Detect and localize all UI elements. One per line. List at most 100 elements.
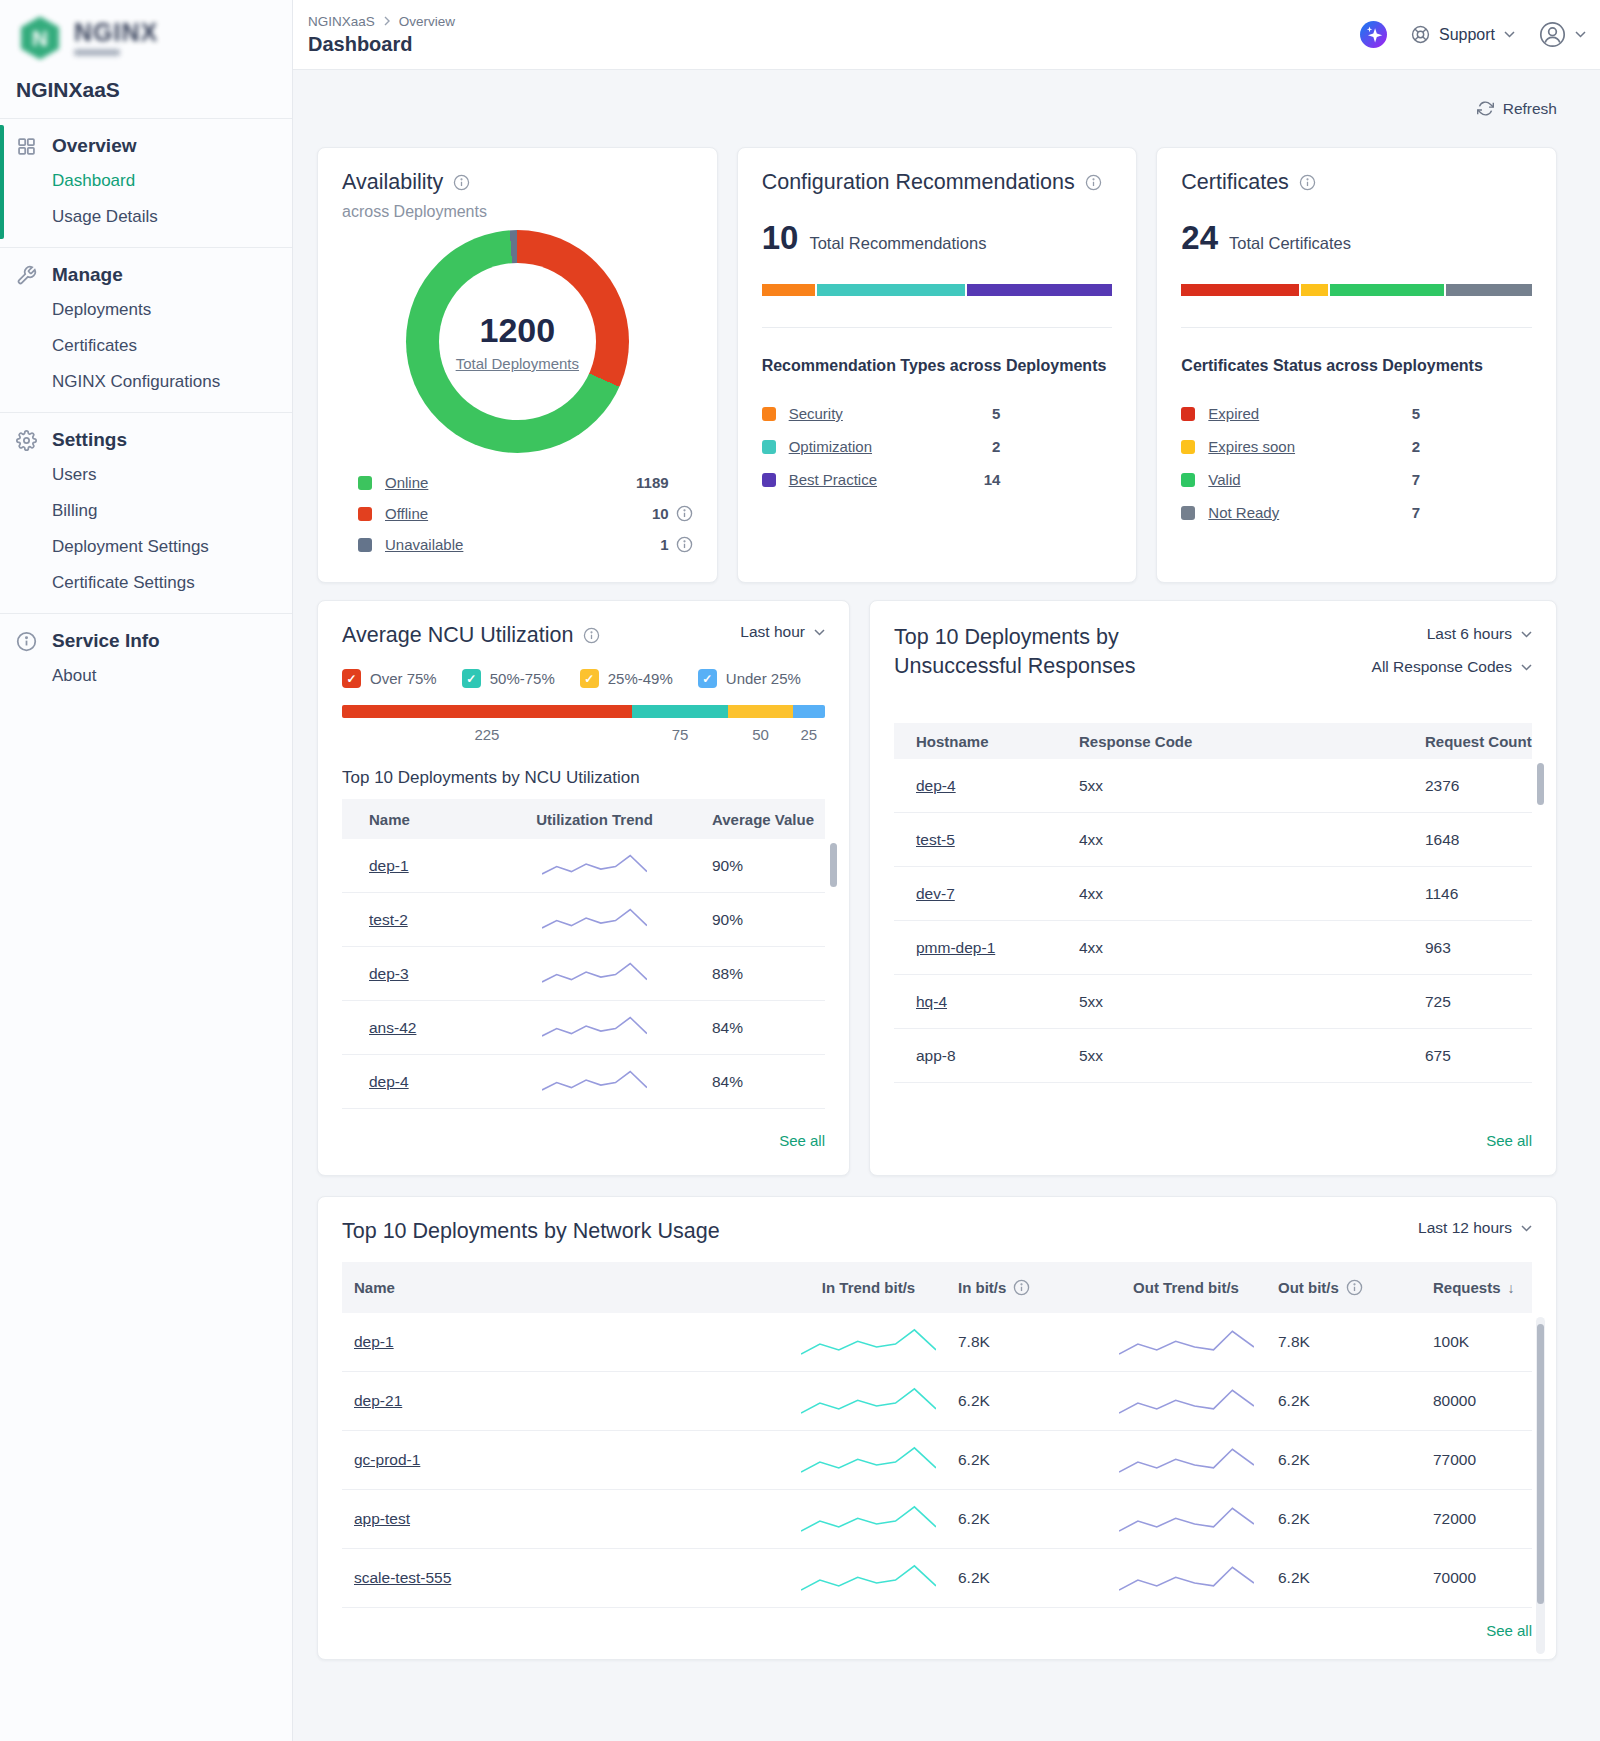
scrollbar-thumb[interactable] [830, 843, 837, 887]
info-icon[interactable] [583, 627, 600, 644]
legend-label-link[interactable]: Security [789, 405, 843, 422]
sort-descending-icon[interactable]: ↓ [1508, 1280, 1515, 1296]
total-deployments-value: 1200 [480, 311, 556, 350]
info-icon[interactable] [1346, 1279, 1363, 1296]
breadcrumb-current[interactable]: Overview [399, 14, 455, 29]
deployment-link[interactable]: dep-21 [354, 1392, 402, 1409]
legend-label-link[interactable]: Optimization [789, 438, 872, 455]
legend-row: Security5 [762, 397, 1113, 430]
sidebar-item-about[interactable]: About [0, 658, 292, 694]
recommendations-legend: Security5Optimization2Best Practice14 [762, 397, 1113, 496]
legend-label-link[interactable]: Online [385, 474, 428, 491]
table-row: dev-74xx1146 [894, 867, 1532, 921]
ncu-bar-value: 50 [728, 726, 792, 743]
legend-label-link[interactable]: Offline [385, 505, 428, 522]
app-name: NGINXaaS [0, 62, 292, 102]
out-bits-value: 6.2K [1266, 1569, 1421, 1587]
responses-period-dropdown[interactable]: Last 6 hours [1427, 625, 1532, 643]
legend-value-group: 1 [660, 536, 692, 553]
legend-label-link[interactable]: Best Practice [789, 471, 877, 488]
deployment-link[interactable]: dep-1 [354, 1333, 394, 1350]
ncu-filter-checkbox[interactable]: ✓Under 25% [698, 669, 801, 688]
sidebar-section-header[interactable]: Settings [0, 423, 292, 457]
hostname-link[interactable]: pmm-dep-1 [916, 939, 995, 956]
deployment-link[interactable]: ans-42 [369, 1019, 416, 1036]
sidebar-section-label: Manage [52, 264, 123, 286]
ncu-filter-checkbox[interactable]: ✓50%-75% [462, 669, 555, 688]
deployment-link[interactable]: test-2 [369, 911, 408, 928]
hostname-link[interactable]: dev-7 [916, 885, 955, 902]
deployment-link[interactable]: dep-1 [369, 857, 409, 874]
sidebar-item-dashboard[interactable]: Dashboard [0, 163, 292, 199]
sidebar-item-usage-details[interactable]: Usage Details [0, 199, 292, 235]
deployment-link[interactable]: app-test [354, 1510, 410, 1527]
sidebar-item-deployment-settings[interactable]: Deployment Settings [0, 529, 292, 565]
total-recommendations-value: 10 [762, 219, 799, 257]
deployment-link[interactable]: dep-4 [369, 1073, 409, 1090]
deployment-link[interactable]: gc-prod-1 [354, 1451, 420, 1468]
out-bits-value: 6.2K [1266, 1451, 1421, 1469]
legend-label-link[interactable]: Unavailable [385, 536, 463, 553]
deployment-link[interactable]: dep-3 [369, 965, 409, 982]
scrollbar-thumb[interactable] [1537, 1324, 1544, 1604]
user-menu[interactable] [1539, 21, 1586, 48]
info-icon[interactable] [1299, 174, 1316, 191]
info-icon[interactable] [676, 505, 693, 522]
sidebar-section-header[interactable]: Manage [0, 258, 292, 292]
sidebar-section-settings: SettingsUsersBillingDeployment SettingsC… [0, 412, 292, 613]
column-header-requests: Requests↓ [1421, 1279, 1533, 1296]
info-icon[interactable] [1085, 174, 1102, 191]
ncu-utilization-card: Average NCU Utilization Last hour ✓Over … [317, 600, 850, 1176]
info-icon [16, 631, 37, 652]
legend-label-link[interactable]: Expires soon [1208, 438, 1295, 455]
sidebar-section-header[interactable]: Service Info [0, 624, 292, 658]
legend-label-link[interactable]: Not Ready [1208, 504, 1279, 521]
responses-see-all-link[interactable]: See all [1486, 1132, 1532, 1149]
ncu-filter-checkbox[interactable]: ✓25%-49% [580, 669, 673, 688]
network-see-all-link[interactable]: See all [1486, 1622, 1532, 1639]
out-bits-value: 6.2K [1266, 1510, 1421, 1528]
breadcrumb-root[interactable]: NGINXaaS [308, 14, 375, 29]
response-codes-dropdown[interactable]: All Response Codes [1372, 658, 1532, 676]
hostname-link[interactable]: test-5 [916, 831, 955, 848]
scrollbar-thumb[interactable] [1537, 763, 1544, 805]
sidebar-section-header[interactable]: Overview [0, 129, 292, 163]
legend-row: Valid7 [1181, 463, 1532, 496]
top-bar: NGINXaaS Overview Dashboard Support [293, 0, 1600, 70]
sparkle-icon [1364, 25, 1383, 44]
legend-label-link[interactable]: Expired [1208, 405, 1259, 422]
hostname-link[interactable]: hq-4 [916, 993, 947, 1010]
availability-donut-chart[interactable]: 1200 Total Deployments [406, 230, 629, 453]
ncu-see-all-link[interactable]: See all [779, 1132, 825, 1149]
utilization-value: 90% [682, 857, 825, 875]
table-row: dep-484% [342, 1055, 825, 1109]
support-menu[interactable]: Support [1411, 25, 1515, 44]
info-icon[interactable] [676, 536, 693, 553]
request-count: 2376 [1425, 777, 1532, 795]
trend-sparkline [1119, 1327, 1254, 1357]
sidebar-item-users[interactable]: Users [0, 457, 292, 493]
ncu-bar-value: 25 [793, 726, 825, 743]
availability-legend: Online1189Offline10Unavailable1 [342, 467, 693, 560]
response-code: 4xx [1079, 885, 1425, 903]
sidebar-item-nginx-configurations[interactable]: NGINX Configurations [0, 364, 292, 400]
table-row: dep-1 90% [342, 839, 825, 893]
info-icon[interactable] [1013, 1279, 1030, 1296]
network-period-dropdown[interactable]: Last 12 hours [1418, 1219, 1532, 1237]
ai-assistant-button[interactable] [1360, 21, 1387, 48]
sidebar-item-billing[interactable]: Billing [0, 493, 292, 529]
sidebar-item-certificate-settings[interactable]: Certificate Settings [0, 565, 292, 601]
sidebar-item-deployments[interactable]: Deployments [0, 292, 292, 328]
legend-value: 1189 [636, 474, 669, 491]
ncu-filter-checkbox[interactable]: ✓Over 75% [342, 669, 437, 688]
sidebar-item-certificates[interactable]: Certificates [0, 328, 292, 364]
refresh-button[interactable]: Refresh [1477, 100, 1557, 118]
deployment-link[interactable]: scale-test-555 [354, 1569, 451, 1586]
hostname-link[interactable]: dep-4 [916, 777, 956, 794]
legend-swatch [762, 473, 776, 487]
ncu-period-dropdown[interactable]: Last hour [740, 623, 825, 641]
legend-label-link[interactable]: Valid [1208, 471, 1240, 488]
total-deployments-link[interactable]: Total Deployments [456, 355, 579, 372]
info-icon[interactable] [453, 174, 470, 191]
responses-table: HostnameResponse CodeRequest Countdep-45… [894, 723, 1532, 1083]
